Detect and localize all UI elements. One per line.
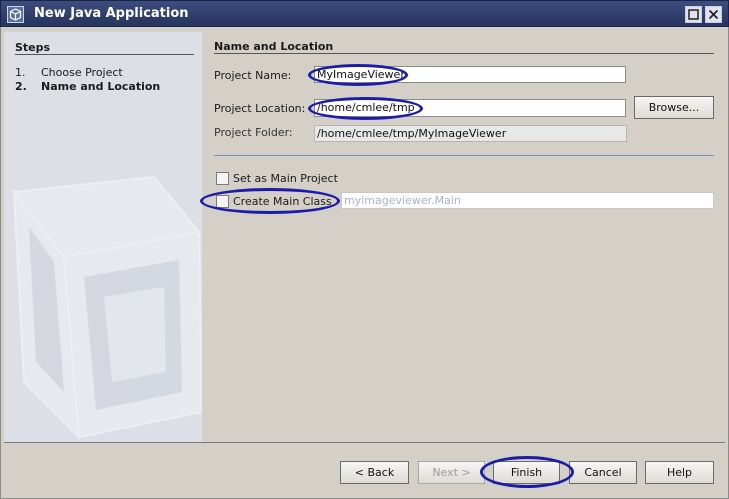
section-divider xyxy=(214,53,714,54)
decorative-cube-icon xyxy=(12,175,202,440)
project-name-input[interactable]: MyImageViewer xyxy=(314,66,626,83)
maximize-icon xyxy=(688,9,699,20)
footer-divider xyxy=(4,442,725,443)
project-name-label: Project Name: xyxy=(214,69,292,82)
close-button[interactable] xyxy=(705,6,722,23)
cancel-button[interactable]: Cancel xyxy=(569,461,637,484)
create-main-class-label[interactable]: Create Main Class xyxy=(233,195,332,208)
steps-divider xyxy=(15,54,194,55)
project-folder-field: /home/cmlee/tmp/MyImageViewer xyxy=(314,125,627,142)
project-location-input[interactable]: /home/cmlee/tmp xyxy=(314,99,626,117)
create-main-class-checkbox[interactable] xyxy=(216,195,229,208)
browse-button[interactable]: Browse... xyxy=(634,96,714,119)
back-button[interactable]: < Back xyxy=(340,461,409,484)
set-main-project-label[interactable]: Set as Main Project xyxy=(233,172,338,185)
finish-button[interactable]: Finish xyxy=(493,461,560,484)
options-divider xyxy=(214,155,714,156)
step-name-and-location: 2. Name and Location xyxy=(15,80,161,93)
cube-icon xyxy=(7,6,24,23)
project-folder-label: Project Folder: xyxy=(214,126,293,139)
close-icon xyxy=(708,9,719,20)
section-title: Name and Location xyxy=(214,40,334,53)
steps-title: Steps xyxy=(15,41,51,54)
project-location-label: Project Location: xyxy=(214,102,306,115)
maximize-button[interactable] xyxy=(685,6,702,23)
step-choose-project: 1. Choose Project xyxy=(15,66,123,79)
main-class-input[interactable]: myimageviewer.Main xyxy=(341,192,714,209)
help-button[interactable]: Help xyxy=(645,461,714,484)
set-main-project-checkbox[interactable] xyxy=(216,172,229,185)
steps-panel: Steps 1. Choose Project 2. Name and Locati… xyxy=(4,32,202,442)
window-title: New Java Application xyxy=(34,6,189,21)
next-button[interactable]: Next > xyxy=(418,461,485,484)
title-bar[interactable]: New Java Application xyxy=(0,0,729,27)
